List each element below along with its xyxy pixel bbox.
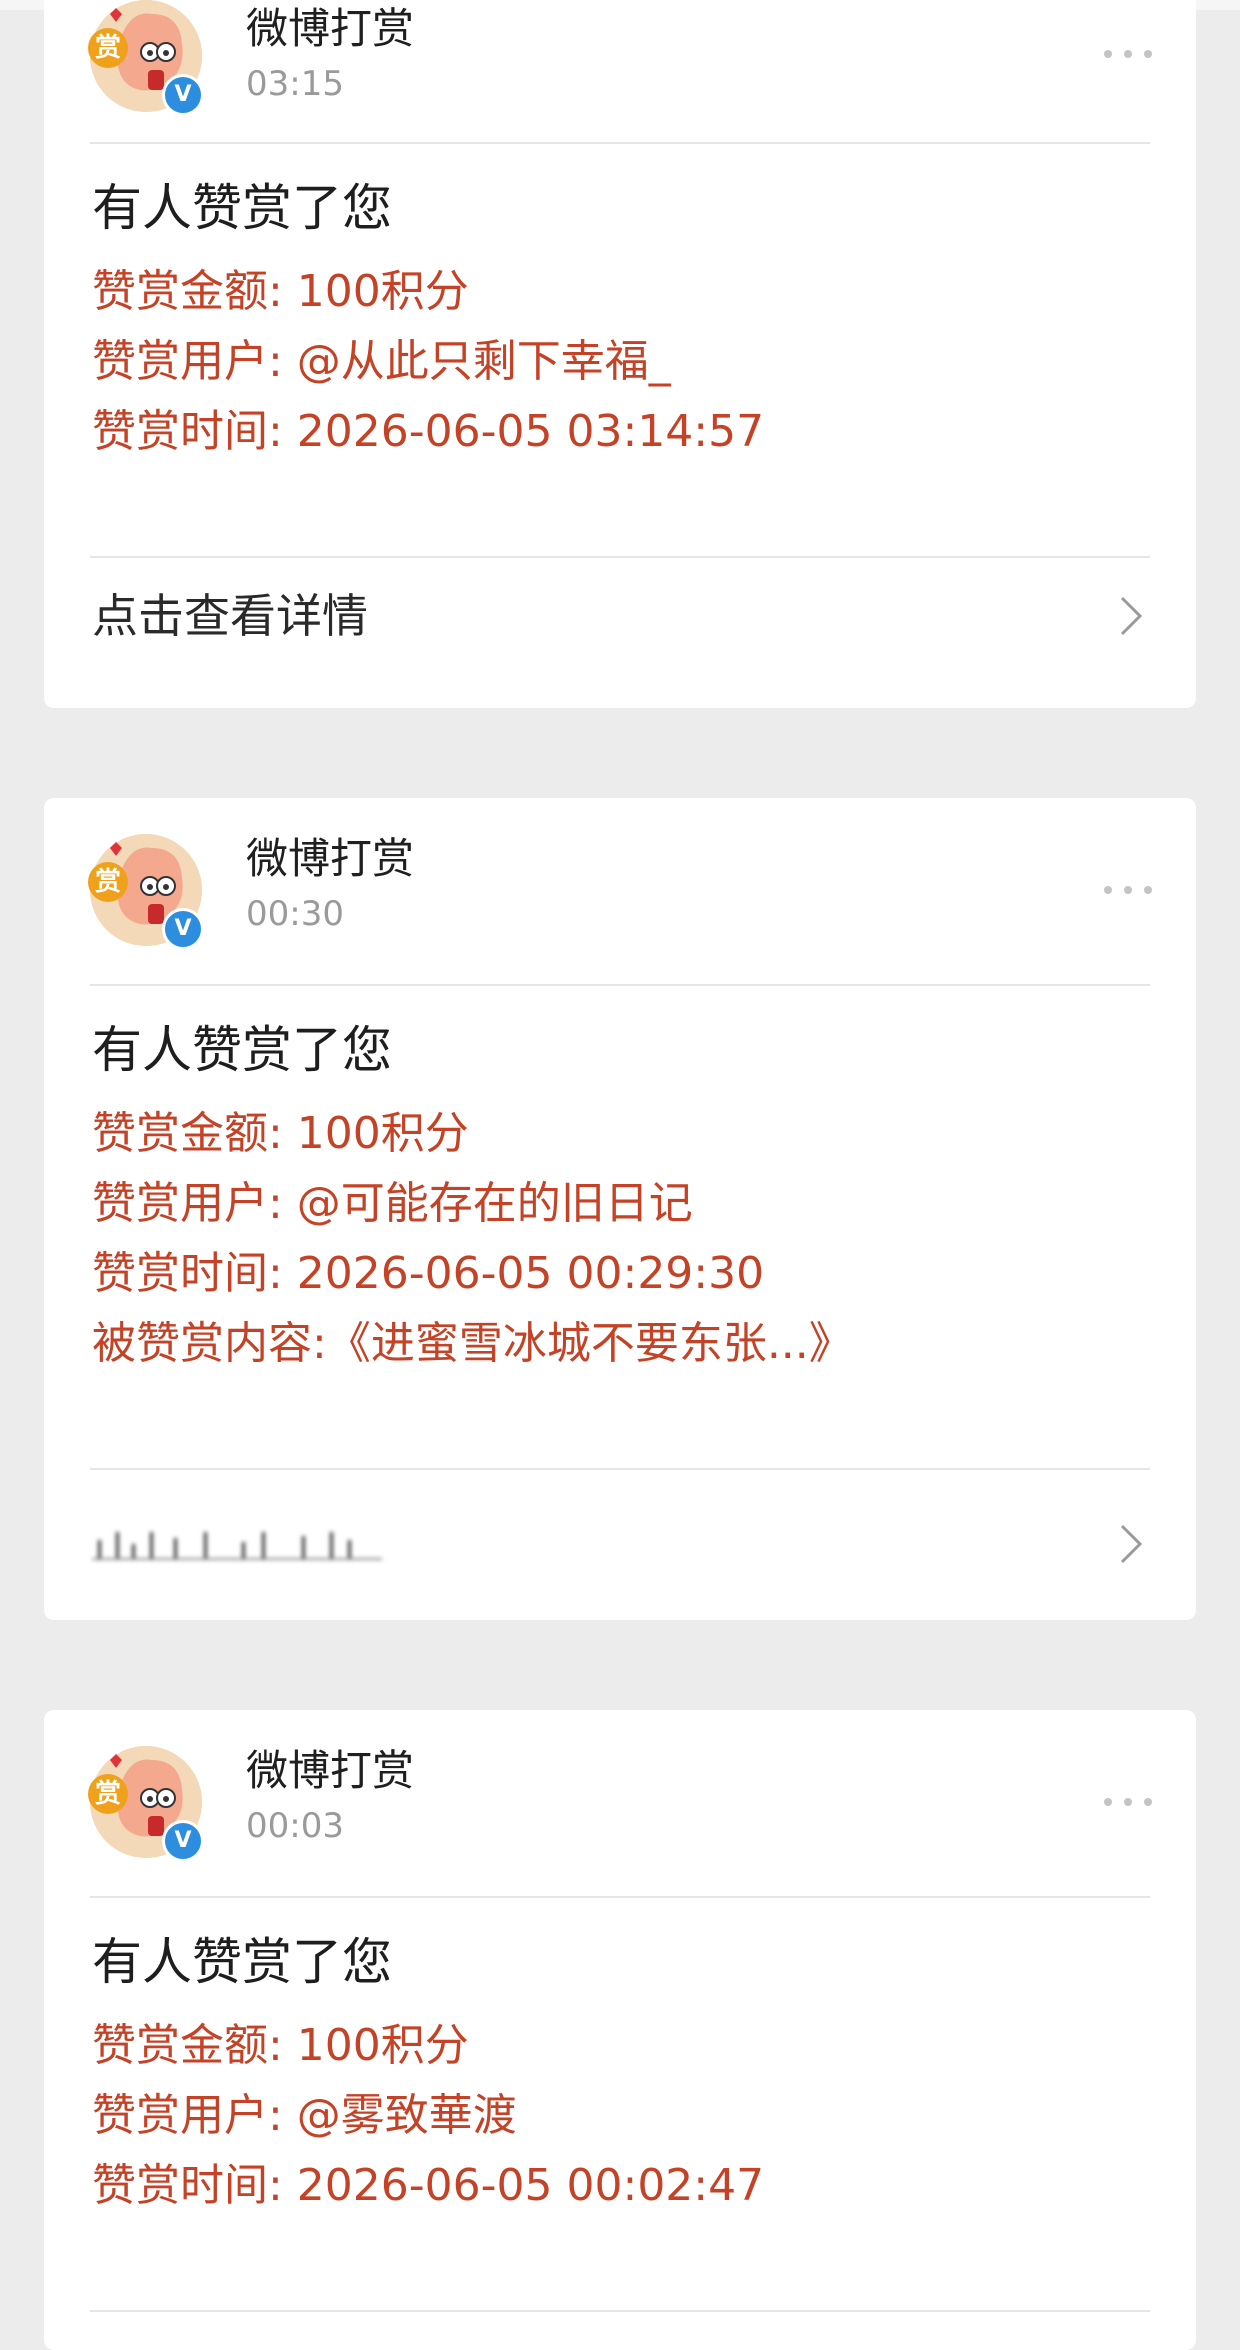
reward-time: 赞赏时间: 2026-06-05 00:02:47 xyxy=(92,2160,765,2211)
reward-user[interactable]: 赞赏用户: @可能存在的旧日记 xyxy=(92,1176,693,1232)
reward-time: 赞赏时间: 2026-06-05 03:14:57 xyxy=(92,406,765,457)
sender-name: 微博打赏 xyxy=(246,1746,415,1795)
divider xyxy=(90,2310,1150,2312)
more-icon[interactable] xyxy=(1104,44,1152,64)
view-details-link[interactable] xyxy=(92,1520,382,1564)
more-icon[interactable] xyxy=(1104,1792,1152,1812)
divider xyxy=(90,556,1150,558)
sender-name: 微博打赏 xyxy=(246,834,415,883)
notification-title: 有人赞赏了您 xyxy=(92,1933,392,1991)
message-time: 03:15 xyxy=(246,64,344,104)
chevron-right-icon[interactable] xyxy=(1118,594,1144,638)
reward-amount: 赞赏金额: 100积分 xyxy=(92,1108,469,1159)
notification-card[interactable]: 赏 V 微博打赏 00:03 有人赞赏了您 赞赏金额: 100积分 赞赏用户: … xyxy=(44,1710,1196,2350)
reward-amount: 赞赏金额: 100积分 xyxy=(92,266,469,317)
divider xyxy=(90,142,1150,144)
reward-badge-icon: 赏 xyxy=(88,28,128,68)
divider xyxy=(90,1468,1150,1470)
avatar[interactable]: 赏 V xyxy=(88,0,204,116)
verified-badge-icon: V xyxy=(162,908,204,950)
reward-user[interactable]: 赞赏用户: @从此只剩下幸福_ xyxy=(92,334,671,390)
reward-time: 赞赏时间: 2026-06-05 00:29:30 xyxy=(92,1248,765,1299)
reward-badge-icon: 赏 xyxy=(88,1774,128,1814)
rewarded-content[interactable]: 被赞赏内容:《进蜜雪冰城不要东张...》 xyxy=(92,1316,853,1372)
avatar[interactable]: 赏 V xyxy=(88,1746,204,1862)
divider xyxy=(90,1896,1150,1898)
chevron-right-icon[interactable] xyxy=(1118,1522,1144,1566)
card-header: 赏 V 微博打赏 00:03 xyxy=(44,1710,1196,1898)
message-time: 00:30 xyxy=(246,894,344,934)
verified-badge-icon: V xyxy=(162,74,204,116)
more-icon[interactable] xyxy=(1104,880,1152,900)
message-time: 00:03 xyxy=(246,1806,344,1846)
verified-badge-icon: V xyxy=(162,1820,204,1862)
notification-card[interactable]: 赏 V 微博打赏 00:30 有人赞赏了您 赞赏金额: 100积分 赞赏用户: … xyxy=(44,798,1196,1620)
card-header: 赏 V 微博打赏 00:30 xyxy=(44,798,1196,986)
avatar[interactable]: 赏 V xyxy=(88,834,204,950)
notification-title: 有人赞赏了您 xyxy=(92,179,392,237)
reward-amount: 赞赏金额: 100积分 xyxy=(92,2020,469,2071)
reward-user[interactable]: 赞赏用户: @雾致華渡 xyxy=(92,2088,517,2144)
notification-title: 有人赞赏了您 xyxy=(92,1021,392,1079)
view-details-link[interactable]: 点击查看详情 xyxy=(92,588,368,644)
notification-card[interactable]: 赏 V 微博打赏 03:15 有人赞赏了您 赞赏金额: 100积分 赞赏用户: … xyxy=(44,0,1196,708)
reward-badge-icon: 赏 xyxy=(88,862,128,902)
divider xyxy=(90,984,1150,986)
sender-name: 微博打赏 xyxy=(246,4,415,53)
